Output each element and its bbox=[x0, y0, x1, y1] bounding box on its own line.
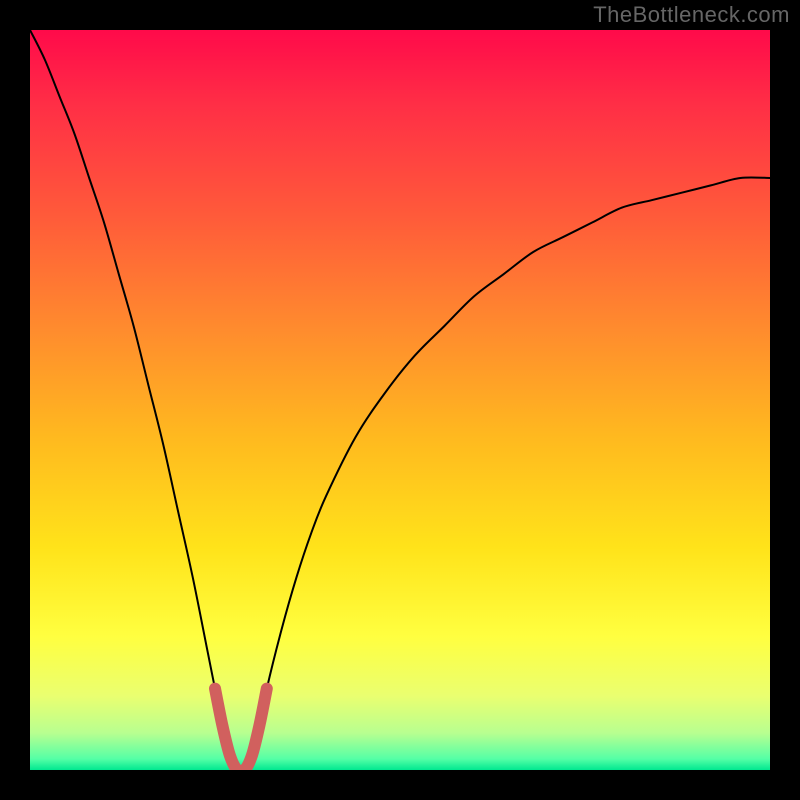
plot-background bbox=[30, 30, 770, 770]
watermark-text: TheBottleneck.com bbox=[593, 2, 790, 28]
bottleneck-chart bbox=[0, 0, 800, 800]
chart-container: TheBottleneck.com bbox=[0, 0, 800, 800]
